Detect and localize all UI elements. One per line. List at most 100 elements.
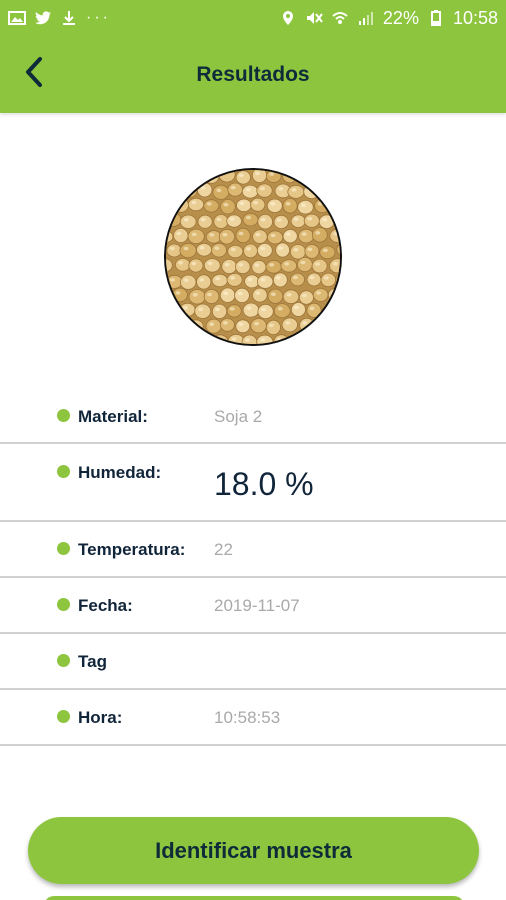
fecha-label: Fecha: (78, 596, 133, 615)
page-title: Resultados (196, 62, 310, 86)
bean-highlight (191, 322, 197, 327)
secondary-button[interactable] (44, 896, 464, 900)
bean (299, 317, 315, 333)
bean (256, 274, 274, 289)
bean (318, 332, 336, 344)
bean-highlight (223, 202, 229, 207)
bean-highlight (322, 188, 328, 192)
bean-highlight (245, 338, 250, 342)
bean (218, 170, 236, 183)
bullet-dot (57, 654, 70, 667)
bean (242, 212, 259, 227)
bean-highlight (260, 246, 266, 251)
bean-highlight (255, 291, 261, 295)
bean-highlight (270, 202, 276, 206)
bean-highlight (168, 215, 174, 220)
bean (236, 198, 252, 213)
status-bar-right: 22% 10:58 (279, 8, 498, 29)
bean-highlight (216, 217, 222, 222)
bean-highlight (315, 231, 321, 235)
bean (213, 214, 229, 229)
bean-highlight (230, 276, 236, 280)
bean-highlight (322, 217, 328, 222)
bean-highlight (293, 248, 299, 252)
bean-highlight (166, 291, 168, 296)
bean (227, 333, 245, 344)
bean-highlight (285, 232, 291, 236)
bean-highlight (246, 306, 252, 310)
results-list: Material: Soja 2 Humedad: 18.0 % Tempera… (0, 390, 506, 746)
bean (303, 213, 320, 228)
material-value: Soja 2 (214, 407, 263, 426)
bean (329, 258, 340, 274)
bean (227, 244, 244, 259)
bean-highlight (339, 276, 340, 280)
bean-highlight (260, 277, 266, 282)
bean-highlight (276, 337, 282, 342)
bean (314, 198, 331, 214)
bean (289, 333, 305, 344)
bean (298, 228, 315, 244)
bean-highlight (215, 338, 221, 342)
bean (298, 290, 314, 305)
bean (275, 242, 290, 258)
bean (329, 228, 340, 243)
bean-highlight (317, 323, 323, 327)
bean-highlight (183, 306, 188, 310)
bean (273, 303, 291, 319)
bean (188, 170, 205, 184)
bean-highlight (333, 202, 339, 206)
bean-highlight (317, 172, 323, 177)
material-label: Material: (78, 407, 148, 426)
bean-highlight (332, 262, 338, 266)
bean (235, 319, 251, 334)
bean-highlight (247, 277, 253, 282)
bean-highlight (230, 247, 236, 252)
back-button[interactable] (16, 56, 52, 92)
bean (227, 182, 243, 197)
more-notifications-icon: ··· (86, 9, 111, 26)
bean (195, 333, 211, 344)
bean-highlight (278, 246, 284, 250)
bean (281, 317, 298, 333)
bean (226, 304, 242, 318)
bean-highlight (317, 201, 323, 206)
bean-highlight (183, 218, 189, 222)
bean-highlight (238, 263, 244, 267)
temperatura-value: 22 (214, 540, 233, 559)
bean (166, 303, 181, 317)
bean (319, 185, 335, 199)
bean (318, 214, 335, 229)
bean-highlight (333, 232, 339, 236)
bean (266, 198, 283, 214)
clock: 10:58 (452, 7, 498, 28)
bean-highlight (176, 321, 181, 325)
bean (220, 199, 236, 215)
bean-highlight (270, 233, 276, 238)
bean-highlight (315, 262, 321, 266)
bean-highlight (222, 232, 228, 237)
bean-highlight (292, 336, 298, 341)
identify-sample-button[interactable]: Identificar muestra (28, 817, 479, 884)
bean (187, 197, 205, 212)
bean (287, 184, 305, 199)
bean-highlight (260, 217, 266, 222)
bean (179, 242, 197, 259)
bean-highlight (215, 307, 220, 312)
bean (252, 287, 268, 303)
bean-highlight (183, 278, 189, 282)
bean-highlight (185, 187, 190, 191)
bean-highlight (302, 172, 308, 176)
bean (226, 272, 243, 287)
bean-highlight (269, 263, 275, 267)
bean (303, 184, 320, 200)
bean (180, 274, 197, 290)
bullet-dot (57, 598, 70, 611)
bean (179, 302, 196, 317)
row-tag[interactable]: Tag (0, 634, 506, 690)
bean-highlight (307, 187, 312, 192)
bean (329, 198, 340, 214)
bean (197, 214, 213, 229)
battery-percent: 22% (382, 7, 419, 28)
row-temperatura: Temperatura: 22 (0, 522, 506, 578)
